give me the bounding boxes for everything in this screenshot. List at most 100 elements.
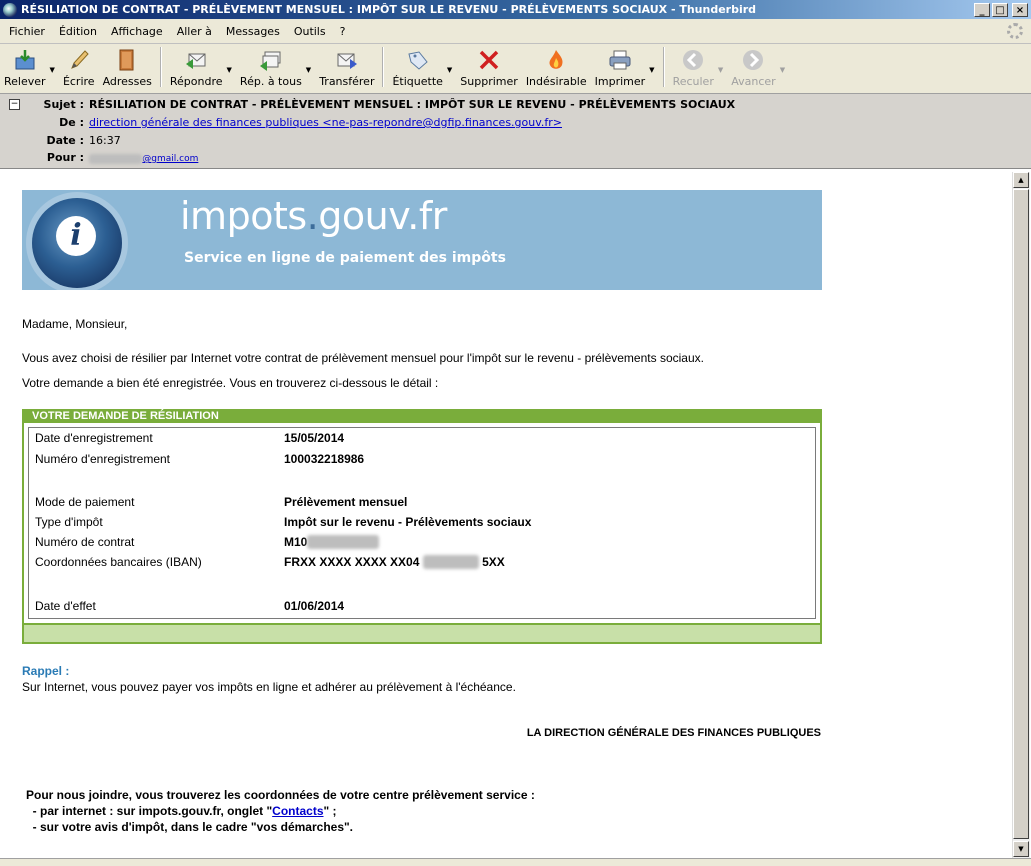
box-footer-bar — [24, 625, 820, 642]
transferer-button[interactable]: Transférer — [319, 44, 374, 88]
detail-label: Numéro de contrat — [35, 535, 135, 549]
detail-label: Coordonnées bancaires (IBAN) — [35, 555, 202, 569]
adresses-label: Adresses — [102, 75, 152, 88]
reculer-button[interactable]: Reculer — [673, 44, 714, 88]
redacted-contract-number: XXXXXXXXX — [307, 535, 380, 549]
subject-label: Sujet : — [43, 98, 84, 111]
menu-aller-a[interactable]: Aller à — [177, 25, 212, 38]
imprimer-label: Imprimer — [594, 75, 646, 88]
contact-line-2: - sur votre avis d'impôt, dans le cadre … — [26, 820, 354, 834]
imprimer-button[interactable]: Imprimer — [594, 44, 646, 88]
rep-a-tous-dropdown-arrow[interactable]: ▼ — [306, 66, 311, 74]
detail-value: 100032218986 — [284, 452, 365, 466]
reply-all-icon — [259, 48, 283, 72]
detail-value: 01/06/2014 — [284, 599, 345, 613]
detail-value: M10XXXXXXXXX — [284, 535, 380, 549]
rep-a-tous-button[interactable]: Rép. à tous — [240, 44, 302, 88]
to-label: Pour : — [46, 151, 84, 164]
from-row: De : direction générale des finances pub… — [0, 114, 562, 131]
date-value: 16:37 — [89, 134, 121, 147]
relever-dropdown-arrow[interactable]: ▼ — [50, 66, 55, 74]
delete-x-icon — [477, 48, 501, 72]
scroll-thumb[interactable] — [1013, 189, 1029, 839]
detail-label: Date d'effet — [35, 599, 96, 613]
body-line-2: Votre demande a bien été enregistrée. Vo… — [22, 376, 439, 390]
resiliation-details-box: VOTRE DEMANDE DE RÉSILIATION Date d'enre… — [22, 409, 822, 644]
maximize-button[interactable]: □ — [992, 2, 1008, 17]
window-titlebar: RÉSILIATION DE CONTRAT - PRÉLÈVEMENT MEN… — [0, 0, 1031, 19]
contacts-link[interactable]: Contacts — [272, 804, 323, 818]
get-mail-icon — [13, 48, 37, 72]
ecrire-button[interactable]: Écrire — [63, 44, 95, 88]
close-window-button[interactable]: × — [1012, 2, 1028, 17]
menu-messages[interactable]: Messages — [226, 25, 280, 38]
contact-line-1: - par internet : sur impots.gouv.fr, ong… — [26, 804, 337, 818]
vertical-scrollbar[interactable]: ▲ ▼ — [1012, 172, 1030, 858]
rep-a-tous-label: Rép. à tous — [239, 75, 302, 88]
ecrire-label: Écrire — [62, 75, 95, 88]
impots-banner: i impots.gouv.fr Service en ligne de pai… — [22, 190, 822, 290]
imprimer-dropdown-arrow[interactable]: ▼ — [649, 66, 654, 74]
to-row: Pour : xxxxxxxxxx@gmail.com — [0, 149, 198, 166]
pencil-icon — [67, 48, 91, 72]
detail-value: Impôt sur le revenu - Prélèvements socia… — [284, 515, 532, 529]
from-address-link[interactable]: direction générale des finances publique… — [89, 116, 562, 129]
main-toolbar: Relever ▼ Écrire Adresses Répondre ▼ Rép… — [0, 44, 1031, 94]
menu-outils[interactable]: Outils — [294, 25, 326, 38]
detail-value: Prélèvement mensuel — [284, 495, 408, 509]
menu-edition[interactable]: Édition — [59, 25, 97, 38]
etiquette-label: Étiquette — [392, 75, 443, 88]
minimize-button[interactable]: _ — [974, 2, 990, 17]
scroll-down-button[interactable]: ▼ — [1013, 841, 1029, 857]
reply-icon — [184, 48, 208, 72]
scroll-up-button[interactable]: ▲ — [1013, 172, 1029, 188]
supprimer-label: Supprimer — [460, 75, 518, 88]
transferer-label: Transférer — [319, 75, 375, 88]
banner-subtitle: Service en ligne de paiement des impôts — [184, 250, 506, 266]
date-row: Date : 16:37 — [0, 132, 121, 149]
avancer-dropdown-arrow[interactable]: ▼ — [780, 66, 785, 74]
detail-label: Type d'impôt — [35, 515, 103, 529]
detail-label: Numéro d'enregistrement — [35, 452, 171, 466]
message-header-pane: − Sujet : RÉSILIATION DE CONTRAT - PRÉLÈ… — [0, 94, 1031, 169]
activity-throbber-icon — [1007, 23, 1023, 39]
reculer-dropdown-arrow[interactable]: ▼ — [718, 66, 723, 74]
from-label: De : — [59, 116, 84, 129]
toolbar-separator — [159, 47, 162, 87]
etiquette-button[interactable]: Étiquette — [392, 44, 443, 88]
avancer-button[interactable]: Avancer — [731, 44, 776, 88]
to-address-link[interactable]: xxxxxxxxxx@gmail.com — [89, 154, 198, 164]
adresses-button[interactable]: Adresses — [103, 44, 152, 88]
supprimer-button[interactable]: Supprimer — [460, 44, 518, 88]
menu-affichage[interactable]: Affichage — [111, 25, 163, 38]
message-body: i impots.gouv.fr Service en ligne de pai… — [0, 172, 1012, 858]
contact-intro: Pour nous joindre, vous trouverez les co… — [26, 788, 535, 802]
forward-arrow-icon — [741, 48, 765, 72]
repondre-dropdown-arrow[interactable]: ▼ — [227, 66, 232, 74]
signature: LA DIRECTION GÉNÉRALE DES FINANCES PUBLI… — [526, 727, 821, 739]
reculer-label: Reculer — [672, 75, 714, 88]
date-label: Date : — [46, 134, 84, 147]
subject-row: Sujet : RÉSILIATION DE CONTRAT - PRÉLÈVE… — [0, 96, 736, 113]
menu-bar: Fichier Édition Affichage Aller à Messag… — [0, 19, 1031, 44]
relever-button[interactable]: Relever — [4, 44, 46, 88]
menu-aide[interactable]: ? — [340, 25, 346, 38]
back-arrow-icon — [681, 48, 705, 72]
rappel-title: Rappel : — [22, 664, 70, 678]
etiquette-dropdown-arrow[interactable]: ▼ — [447, 66, 452, 74]
body-line-1: Vous avez choisi de résilier par Interne… — [22, 351, 704, 365]
forward-icon — [335, 48, 359, 72]
indesirable-button[interactable]: Indésirable — [526, 44, 587, 88]
rappel-text: Sur Internet, vous pouvez payer vos impô… — [22, 680, 516, 694]
repondre-button[interactable]: Répondre — [170, 44, 223, 88]
greeting: Madame, Monsieur, — [22, 317, 128, 331]
junk-flame-icon — [544, 48, 568, 72]
repondre-label: Répondre — [169, 75, 223, 88]
redacted-iban-part: XXXXXXX — [422, 555, 479, 569]
detail-label: Date d'enregistrement — [35, 431, 153, 445]
menu-fichier[interactable]: Fichier — [9, 25, 45, 38]
resiliation-box-title: VOTRE DEMANDE DE RÉSILIATION — [32, 410, 219, 422]
relever-label: Relever — [4, 75, 46, 88]
window-title: RÉSILIATION DE CONTRAT - PRÉLÈVEMENT MEN… — [21, 3, 757, 16]
detail-value: 15/05/2014 — [284, 431, 345, 445]
